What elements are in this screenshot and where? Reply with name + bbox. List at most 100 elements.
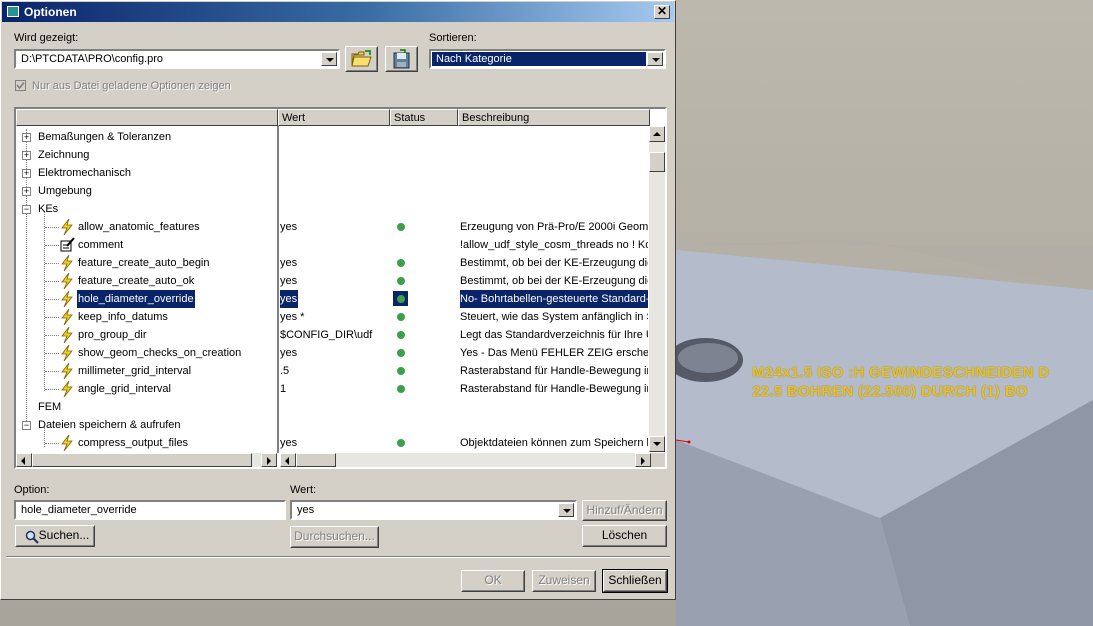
scroll-left-icon[interactable] [16,453,32,467]
option-description: Erzeugung von Prä-Pro/E 2000i Geome [460,221,648,233]
lightning-bolt-icon [60,290,74,308]
scroll-thumb[interactable] [296,453,336,467]
status-ok-icon [397,439,405,447]
option-row[interactable]: millimeter_grid_interval .5 Rasterabstand … [16,362,648,380]
lightning-bolt-icon [60,434,74,452]
details-horizontal-scrollbar[interactable] [280,453,651,467]
loaded-only-checkbox[interactable] [15,80,26,91]
option-name: allow_anatomic_features [78,221,200,233]
option-value: yes [280,290,298,308]
option-row[interactable]: feature_create_auto_begin yes Bestimmt, ob… [16,254,648,272]
lightning-bolt-icon [60,326,74,344]
description-column-header[interactable]: Beschreibung [458,109,650,126]
hole-annotation: 22.5 BOHREN (22.500) DURCH (1) BO [752,383,1028,400]
tree-item-label: KEs [38,203,59,215]
shown-label: Wird gezeigt: [14,32,79,44]
expand-icon[interactable]: + [22,133,31,142]
comment-edit-icon [60,237,75,253]
option-name: feature_create_auto_ok [78,275,195,287]
scroll-right-icon[interactable] [261,453,277,467]
option-name: feature_create_auto_begin [78,257,210,269]
tree-line [45,443,59,444]
option-description: Rasterabstand für Handle-Bewegung in [460,383,648,395]
value-column-header[interactable]: Wert [278,109,390,126]
option-row[interactable]: show_geom_checks_on_creation yes Yes - Das… [16,344,648,362]
option-row[interactable]: compress_output_files yes Objektdateien kö… [16,434,648,452]
status-ok-icon [397,331,405,339]
chevron-down-icon[interactable] [321,52,337,66]
option-value: $CONFIG_DIR\udf [280,329,373,341]
chevron-down-icon[interactable] [647,52,663,66]
option-description: No- Bohrtabellen-gesteuerte Standard-B [460,290,648,308]
shown-combo[interactable]: D:\PTCDATA\PRO\config.pro [14,49,340,69]
tree-horizontal-scrollbar[interactable] [16,453,277,467]
option-row[interactable]: comment !allow_udf_style_cosm_threads no … [16,236,648,254]
option-description: Rasterabstand für Handle-Bewegung in [460,365,648,377]
option-row[interactable]: angle_grid_interval 1 Rasterabstand für Ha… [16,380,648,398]
add-change-button[interactable]: Hinzuf/Ändern [582,500,667,521]
option-row[interactable]: allow_anatomic_features yes Erzeugung von … [16,218,648,236]
option-value [280,236,385,254]
option-row[interactable]: keep_info_datums yes * Steuert, wie das Sy… [16,308,648,326]
sort-combo[interactable]: Nach Kategorie [429,49,666,69]
collapse-icon[interactable]: − [22,421,31,430]
option-name: show_geom_checks_on_creation [78,347,242,359]
tree-line [45,317,59,318]
option-name: comment [78,239,124,251]
browse-button[interactable]: Durchsuchen... [290,526,379,548]
tree-item-label: Bemaßungen & Toleranzen [38,131,172,143]
option-value: hole_diameter_override [21,504,137,516]
collapse-icon[interactable]: − [22,205,31,214]
apply-button[interactable]: Zuweisen [532,570,596,592]
expand-icon[interactable]: + [22,169,31,178]
tree-column-header[interactable] [16,109,278,126]
option-description: Legt das Standardverzeichnis für Ihre UI [460,329,648,341]
option-input[interactable]: hole_diameter_override [14,500,286,520]
option-row[interactable]: pro_group_dir $CONFIG_DIR\udf Legt das Sta… [16,326,648,344]
scroll-corner [651,453,665,467]
search-icon [25,530,39,544]
search-button[interactable]: Suchen... [15,525,95,547]
tree-line [45,245,59,246]
tree-item-label: FEM [38,401,62,413]
close-icon[interactable]: ✕ [654,5,670,19]
chevron-down-icon[interactable] [558,503,574,517]
option-value: yes [280,275,298,287]
expand-icon[interactable]: + [22,151,31,160]
expand-icon[interactable]: + [22,187,31,196]
option-row[interactable]: hole_diameter_override yes No- Bohrtabelle… [16,289,648,309]
tree-item-label: Dateien speichern & aufrufen [38,419,181,431]
option-description: Steuert, wie das System anfänglich in Si [460,311,648,323]
delete-button[interactable]: Löschen [582,525,667,547]
tree-item-label: Elektromechanisch [38,167,131,179]
title-bar[interactable]: Optionen ✕ [2,2,674,22]
option-name: keep_info_datums [78,311,168,323]
status-column-header[interactable]: Status [390,109,458,126]
scroll-up-icon[interactable] [649,126,665,142]
value-combo[interactable]: yes [290,500,577,520]
options-tree-grid[interactable]: Wert Status Beschreibung + Bemaßungen & … [14,107,667,469]
scroll-left-icon[interactable] [280,453,296,467]
tree-line [45,263,59,264]
option-name: hole_diameter_override [76,289,196,309]
app-icon [7,6,19,17]
vertical-scrollbar[interactable] [649,126,665,436]
scroll-thumb[interactable] [649,152,665,172]
lightning-bolt-icon [60,254,74,272]
close-button[interactable]: Schließen [602,569,668,593]
scroll-down-icon[interactable] [649,436,665,452]
tree-line [45,389,59,390]
option-row[interactable]: feature_create_auto_ok yes Bestimmt, ob be… [16,272,648,290]
shown-value: D:\PTCDATA\PRO\config.pro [21,53,164,65]
option-name: pro_group_dir [78,329,147,341]
ok-button[interactable]: OK [461,570,525,592]
option-value: .5 [280,365,290,377]
save-disk-icon [393,49,410,69]
option-description: Objektdateien können zum Speichern k [460,437,648,449]
option-description: !allow_udf_style_cosm_threads no ! Kos [460,239,648,251]
option-value: yes [280,221,298,233]
scroll-thumb[interactable] [32,453,252,467]
scroll-right-icon[interactable] [635,453,651,467]
open-file-button[interactable] [345,46,378,72]
save-file-button[interactable] [385,46,418,72]
